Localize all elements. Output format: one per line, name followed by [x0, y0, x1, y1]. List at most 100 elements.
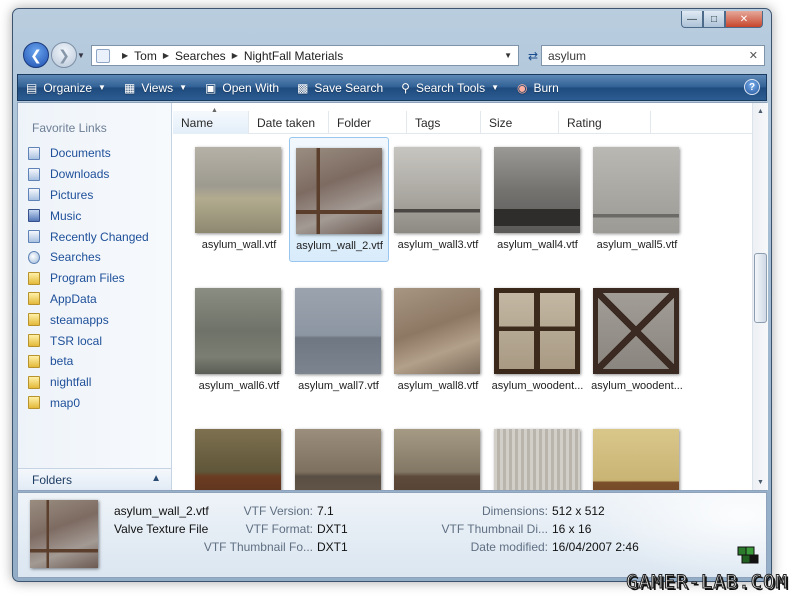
- column-header-folder[interactable]: Folder: [329, 111, 407, 134]
- selected-file-thumbnail: [30, 500, 98, 568]
- views-label: Views: [141, 80, 174, 95]
- favorite-links-title: Favorite Links: [32, 121, 107, 135]
- file-thumbnail-tile[interactable]: asylum_wall6.vtf: [189, 278, 289, 403]
- vertical-scrollbar[interactable]: ▲ ▼: [752, 103, 768, 490]
- sidebar-item-downloads[interactable]: Downloads: [28, 164, 149, 185]
- column-header-label: Size: [489, 115, 513, 130]
- scroll-thumb[interactable]: [754, 253, 767, 323]
- chevron-right-icon[interactable]: ▶: [232, 51, 238, 60]
- file-thumbnail-tile[interactable]: asylum_wall.vtf: [189, 137, 289, 262]
- column-header-date-taken[interactable]: Date taken: [249, 111, 329, 134]
- sidebar-item-label: Pictures: [50, 187, 94, 202]
- breadcrumb-searches[interactable]: Searches: [175, 49, 226, 63]
- texture-thumbnail: [294, 288, 381, 374]
- texture-thumbnail: [295, 148, 382, 234]
- sidebar-item-beta[interactable]: beta: [28, 351, 149, 372]
- breadcrumb-tom[interactable]: Tom: [134, 49, 157, 63]
- downloads-icon: [28, 167, 40, 181]
- help-button[interactable]: ?: [744, 79, 760, 95]
- sidebar-item-map0[interactable]: map0: [28, 393, 149, 414]
- sidebar-item-recently-changed[interactable]: Recently Changed: [28, 226, 149, 247]
- file-thumbnail-tile[interactable]: [388, 419, 488, 490]
- back-button[interactable]: ❮: [23, 42, 49, 68]
- file-thumbnail-tile[interactable]: asylum_wall5.vtf: [587, 137, 687, 262]
- address-dropdown-icon[interactable]: ▼: [504, 51, 512, 60]
- column-header-tags[interactable]: Tags: [407, 111, 481, 134]
- column-header-rating[interactable]: Rating: [559, 111, 651, 134]
- minimize-button[interactable]: —: [681, 11, 703, 28]
- help-icon: ?: [748, 81, 756, 93]
- file-name-label: asylum_woodent...: [591, 380, 683, 392]
- forward-button[interactable]: ❯: [51, 42, 77, 68]
- refresh-button[interactable]: ⇄: [523, 46, 543, 65]
- organize-label: Organize: [43, 80, 93, 95]
- navigation-pane: Favorite Links Documents Downloads Picture…: [18, 103, 172, 490]
- save-search-label: Save Search: [314, 80, 384, 95]
- search-tools-icon: ⚲: [401, 80, 410, 95]
- organize-button[interactable]: ▤ Organize ▼: [26, 81, 106, 95]
- views-button[interactable]: ▦ Views ▼: [124, 81, 187, 95]
- search-tools-button[interactable]: ⚲ Search Tools ▼: [401, 81, 499, 95]
- sidebar-item-tsr-local[interactable]: TSR local: [28, 330, 149, 351]
- clear-search-icon[interactable]: ✕: [749, 49, 758, 62]
- sidebar-item-nightfall[interactable]: nightfall: [28, 372, 149, 393]
- chevron-right-icon[interactable]: ▶: [163, 51, 169, 60]
- sidebar-item-label: Documents: [50, 146, 111, 161]
- texture-thumbnail: [195, 288, 281, 374]
- search-input[interactable]: asylum ✕: [541, 45, 765, 66]
- sidebar-item-searches[interactable]: Searches: [28, 247, 149, 268]
- organize-icon: ▤: [26, 80, 38, 95]
- sidebar-item-label: Downloads: [50, 167, 110, 182]
- file-thumbnail-tile[interactable]: [189, 419, 289, 490]
- sidebar-item-label: Music: [50, 208, 82, 223]
- sidebar-item-documents[interactable]: Documents: [28, 143, 149, 164]
- file-thumbnail-tile[interactable]: asylum_woodent...: [488, 278, 588, 403]
- burn-button[interactable]: ◉ Burn: [517, 81, 559, 95]
- caption-buttons: — □ ✕: [681, 11, 763, 28]
- texture-thumbnail: [593, 147, 679, 233]
- address-bar[interactable]: ▶ Tom ▶ Searches ▶ NightFall Materials ▼: [91, 45, 519, 66]
- file-thumbnail-tile[interactable]: asylum_woodent...: [587, 278, 687, 403]
- file-thumbnail-tile[interactable]: [289, 419, 389, 490]
- breadcrumb-nightfall-materials[interactable]: NightFall Materials: [244, 49, 343, 63]
- column-header-name[interactable]: Name ▲: [173, 107, 249, 134]
- explorer-window: — □ ✕ ❮ ❯ ▼ ▶ Tom ▶ Searches ▶ NightFall…: [12, 8, 772, 582]
- sidebar-item-pictures[interactable]: Pictures: [28, 185, 149, 206]
- texture-thumbnail: [593, 429, 679, 490]
- scroll-up-icon[interactable]: ▲: [753, 103, 768, 119]
- sidebar-item-label: nightfall: [50, 375, 92, 390]
- search-tools-label: Search Tools: [415, 80, 486, 95]
- column-header-size[interactable]: Size: [481, 111, 559, 134]
- file-thumbnail-tile[interactable]: asylum_wall8.vtf: [388, 278, 488, 403]
- views-icon: ▦: [123, 80, 136, 95]
- file-thumbnail-tile[interactable]: asylum_wall7.vtf: [289, 278, 389, 403]
- sidebar-item-program-files[interactable]: Program Files: [28, 268, 149, 289]
- file-list-pane: Name ▲ Date taken Folder Tags Size Rating asyl…: [173, 103, 768, 490]
- file-thumbnail-tile[interactable]: [587, 419, 687, 490]
- maximize-button[interactable]: □: [703, 11, 725, 28]
- property-label: VTF Version:: [243, 504, 313, 518]
- texture-thumbnail: [394, 288, 480, 374]
- save-search-icon: ▩: [297, 80, 309, 95]
- save-search-button[interactable]: ▩ Save Search: [297, 81, 383, 95]
- texture-thumbnail: [195, 147, 281, 233]
- close-button[interactable]: ✕: [725, 11, 763, 28]
- file-thumbnail-tile[interactable]: asylum_wall3.vtf: [388, 137, 488, 262]
- chevron-right-icon[interactable]: ▶: [122, 51, 128, 60]
- property-label: Dimensions:: [481, 504, 548, 518]
- open-with-button[interactable]: ▣ Open With: [205, 81, 279, 95]
- sidebar-item-label: beta: [50, 354, 74, 369]
- pictures-icon: [28, 188, 40, 202]
- file-thumbnail-tile[interactable]: [488, 419, 588, 490]
- favorite-links-list: Documents Downloads Pictures Music Recently …: [28, 143, 149, 413]
- scroll-down-icon[interactable]: ▼: [753, 474, 768, 490]
- sidebar-item-appdata[interactable]: AppData: [28, 289, 149, 310]
- sidebar-item-steamapps[interactable]: steamapps: [28, 309, 149, 330]
- sidebar-item-music[interactable]: Music: [28, 205, 149, 226]
- texture-thumbnail: [493, 429, 580, 490]
- file-thumbnail-tile[interactable]: asylum_wall4.vtf: [488, 137, 588, 262]
- sidebar-item-label: map0: [50, 395, 81, 410]
- recent-pages-dropdown[interactable]: ▼: [77, 51, 85, 60]
- file-thumbnail-tile[interactable]: asylum_wall_2.vtf: [288, 137, 389, 262]
- folders-toggle[interactable]: Folders ▲: [18, 468, 171, 490]
